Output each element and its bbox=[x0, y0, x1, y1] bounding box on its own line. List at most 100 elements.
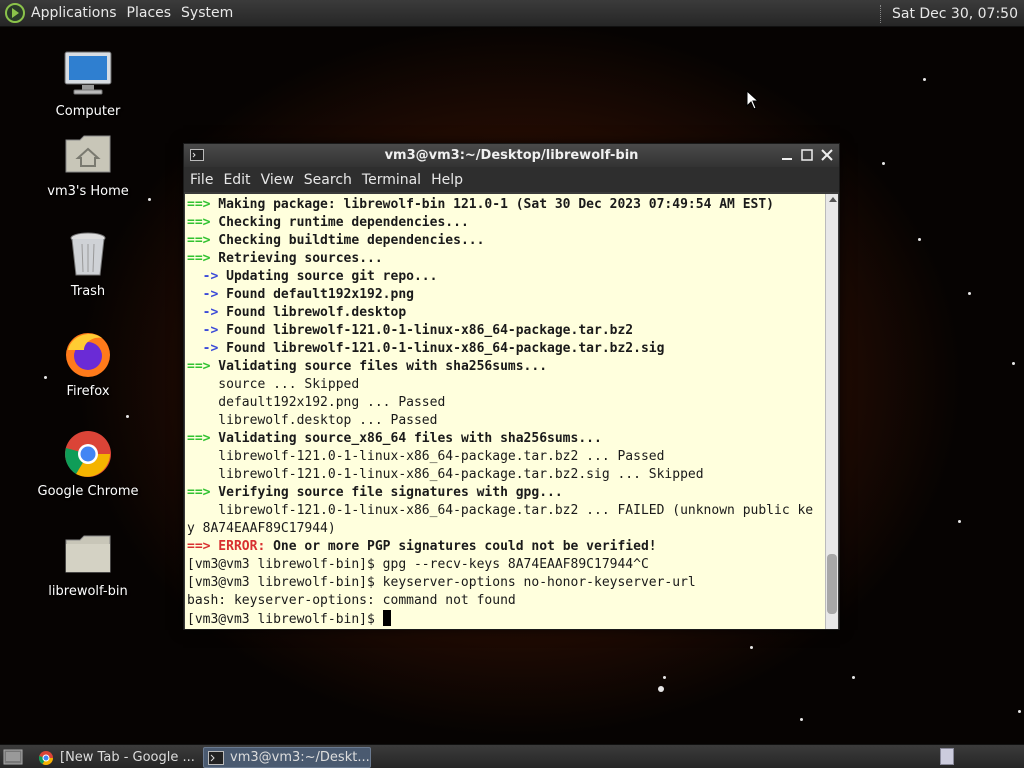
line-text: Validating source_x86_64 files with sha2… bbox=[210, 431, 602, 446]
line-text: [vm3@vm3 librewolf-bin]$ gpg --recv-keys… bbox=[187, 557, 649, 572]
desktop-icon-label: vm3's Home bbox=[47, 184, 129, 199]
terminal-line: source ... Skipped bbox=[187, 376, 827, 394]
maximize-button[interactable] bbox=[799, 146, 815, 164]
terminal-line: ==> Validating source files with sha256s… bbox=[187, 358, 827, 376]
line-text: Verifying source file signatures with gp… bbox=[210, 485, 563, 500]
terminal-output[interactable]: ==> Making package: librewolf-bin 121.0-… bbox=[185, 194, 827, 629]
show-desktop-icon[interactable] bbox=[3, 749, 23, 765]
terminal-line: librewolf.desktop ... Passed bbox=[187, 412, 827, 430]
distro-logo-icon[interactable] bbox=[4, 2, 26, 24]
terminal-line: ==> Checking buildtime dependencies... bbox=[187, 232, 827, 250]
menu-search[interactable]: Search bbox=[304, 172, 352, 188]
desktop-icon-chrome[interactable]: Google Chrome bbox=[28, 428, 148, 499]
taskbar-item-terminal[interactable]: vm3@vm3:~/Deskt... bbox=[203, 747, 371, 768]
line-text: Found default192x192.png bbox=[218, 287, 414, 302]
window-titlebar[interactable]: vm3@vm3:~/Desktop/librewolf-bin bbox=[184, 144, 839, 167]
trash-icon bbox=[70, 232, 106, 276]
line-text: Found librewolf-121.0-1-linux-x86_64-pac… bbox=[218, 323, 634, 338]
line-text: One or more PGP signatures could not be … bbox=[265, 539, 657, 554]
terminal-line: ==> Validating source_x86_64 files with … bbox=[187, 430, 827, 448]
window-title: vm3@vm3:~/Desktop/librewolf-bin bbox=[384, 148, 639, 163]
terminal-line: default192x192.png ... Passed bbox=[187, 394, 827, 412]
desktop-icon-label: Google Chrome bbox=[37, 484, 139, 499]
line-text: Validating source files with sha256sums.… bbox=[210, 359, 548, 374]
line-text: Checking buildtime dependencies... bbox=[210, 233, 485, 248]
line-text: [vm3@vm3 librewolf-bin]$ keyserver-optio… bbox=[187, 575, 696, 590]
terminal-line: -> Found default192x192.png bbox=[187, 286, 827, 304]
workspace-switcher[interactable] bbox=[940, 748, 954, 765]
desktop-icon-trash[interactable]: Trash bbox=[28, 228, 148, 299]
close-icon bbox=[821, 149, 833, 161]
taskbar-item-label: [New Tab - Google ... bbox=[60, 750, 195, 765]
chrome-icon bbox=[38, 750, 53, 765]
taskbar-item-label: vm3@vm3:~/Deskt... bbox=[230, 750, 370, 765]
terminal-line: y 8A74EAAF89C17944) bbox=[187, 520, 827, 538]
computer-icon bbox=[64, 51, 112, 95]
line-text: librewolf-121.0-1-linux-x86_64-package.t… bbox=[187, 467, 704, 482]
minimize-button[interactable] bbox=[779, 146, 795, 164]
top-panel: Applications Places System Sat Dec 30, 0… bbox=[0, 0, 1024, 27]
line-prefix: -> bbox=[187, 305, 219, 320]
taskbar-item-chrome[interactable]: [New Tab - Google ... bbox=[34, 747, 198, 768]
line-text: librewolf-121.0-1-linux-x86_64-package.t… bbox=[187, 449, 665, 464]
terminal-line: ==> Making package: librewolf-bin 121.0-… bbox=[187, 196, 827, 214]
line-prefix: ==> bbox=[187, 359, 211, 374]
line-prefix: ==> bbox=[187, 539, 211, 554]
line-prefix: ==> bbox=[187, 485, 211, 500]
desktop-icon-computer[interactable]: Computer bbox=[28, 48, 148, 119]
terminal-line: [vm3@vm3 librewolf-bin]$ gpg --recv-keys… bbox=[187, 556, 827, 574]
desktop-icon-librewolf-bin[interactable]: librewolf-bin bbox=[28, 528, 148, 599]
line-text: Making package: librewolf-bin 121.0-1 (S… bbox=[210, 197, 775, 212]
terminal-scrollbar[interactable] bbox=[825, 194, 838, 629]
menu-help[interactable]: Help bbox=[431, 172, 463, 188]
line-text: Found librewolf.desktop bbox=[218, 305, 407, 320]
close-button[interactable] bbox=[819, 146, 835, 164]
desktop-icon-home[interactable]: vm3's Home bbox=[28, 128, 148, 199]
terminal-line: -> Found librewolf.desktop bbox=[187, 304, 827, 322]
maximize-icon bbox=[801, 149, 813, 161]
terminal-window[interactable]: vm3@vm3:~/Desktop/librewolf-bin File Edi… bbox=[183, 143, 840, 630]
line-prefix: ==> bbox=[187, 251, 211, 266]
terminal-line: ==> Checking runtime dependencies... bbox=[187, 214, 827, 232]
places-menu[interactable]: Places bbox=[127, 5, 172, 21]
menu-terminal[interactable]: Terminal bbox=[362, 172, 421, 188]
line-text: source ... Skipped bbox=[187, 377, 360, 392]
line-prefix: ==> bbox=[187, 233, 211, 248]
desktop-icon-label: Computer bbox=[55, 104, 121, 119]
desktop-icon-firefox[interactable]: Firefox bbox=[28, 328, 148, 399]
scroll-thumb[interactable] bbox=[827, 554, 837, 614]
line-prefix: -> bbox=[187, 269, 219, 284]
terminal-icon bbox=[190, 149, 204, 161]
terminal-line: ==> Retrieving sources... bbox=[187, 250, 827, 268]
line-prefix: ==> bbox=[187, 197, 211, 212]
menu-edit[interactable]: Edit bbox=[223, 172, 250, 188]
line-prefix: -> bbox=[187, 341, 219, 356]
line-text: Updating source git repo... bbox=[218, 269, 438, 284]
menu-file[interactable]: File bbox=[190, 172, 213, 188]
line-text: librewolf.desktop ... Passed bbox=[187, 413, 438, 428]
home-folder-icon bbox=[65, 135, 111, 173]
scroll-up-icon[interactable] bbox=[829, 197, 837, 202]
line-text: Retrieving sources... bbox=[210, 251, 383, 266]
folder-icon bbox=[65, 535, 111, 573]
clock[interactable]: Sat Dec 30, 07:50 bbox=[892, 6, 1018, 22]
line-prefix: ==> bbox=[187, 431, 211, 446]
terminal-icon bbox=[208, 750, 224, 765]
terminal-line: ==> ERROR: One or more PGP signatures co… bbox=[187, 538, 827, 556]
applications-menu[interactable]: Applications bbox=[31, 5, 117, 21]
line-text: Found librewolf-121.0-1-linux-x86_64-pac… bbox=[218, 341, 665, 356]
mouse-pointer-icon bbox=[746, 90, 760, 110]
system-menu[interactable]: System bbox=[181, 5, 233, 21]
bottom-panel: [New Tab - Google ... vm3@vm3:~/Deskt... bbox=[0, 744, 1024, 768]
panel-separator bbox=[879, 4, 886, 23]
terminal-line: librewolf-121.0-1-linux-x86_64-package.t… bbox=[187, 466, 827, 484]
menu-view[interactable]: View bbox=[261, 172, 294, 188]
desktop-icon-label: Trash bbox=[70, 284, 106, 299]
line-text: Checking runtime dependencies... bbox=[210, 215, 469, 230]
chrome-icon bbox=[65, 431, 111, 477]
desktop-icon-label: librewolf-bin bbox=[48, 584, 128, 599]
terminal-menubar: File Edit View Search Terminal Help bbox=[184, 167, 839, 192]
line-prefix: ==> bbox=[187, 215, 211, 230]
prompt-line[interactable]: [vm3@vm3 librewolf-bin]$ bbox=[187, 610, 827, 628]
terminal-line: -> Updating source git repo... bbox=[187, 268, 827, 286]
